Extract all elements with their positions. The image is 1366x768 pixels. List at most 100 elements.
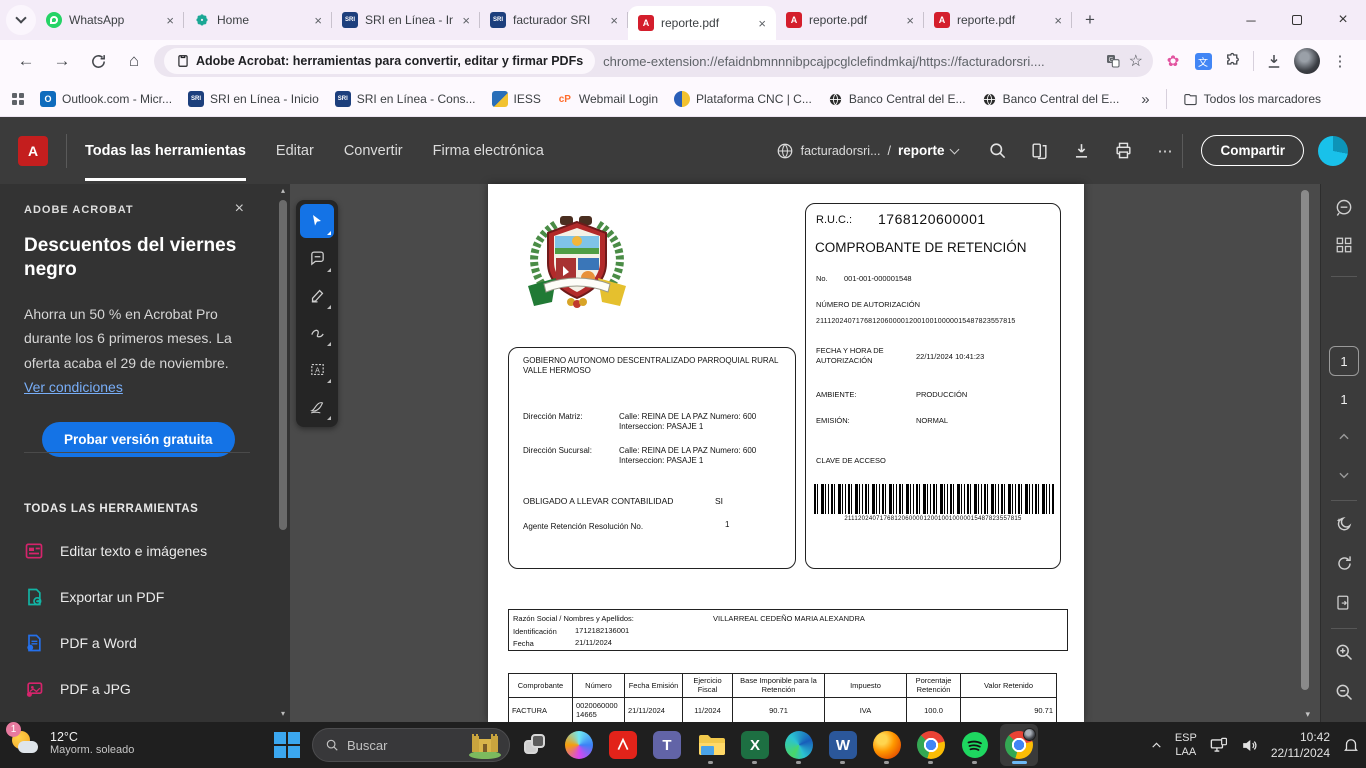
- taskbar-search-box[interactable]: Buscar: [312, 728, 510, 762]
- bookmark-iess[interactable]: IESS: [492, 91, 541, 107]
- promo-close-icon[interactable]: ×: [235, 200, 244, 218]
- zoom-out-icon[interactable]: [1321, 682, 1366, 702]
- tab-search-button[interactable]: [6, 5, 36, 35]
- clock[interactable]: 10:42 22/11/2024: [1271, 729, 1330, 761]
- forward-button[interactable]: →: [46, 45, 78, 77]
- teams-button[interactable]: T: [648, 724, 686, 766]
- start-button[interactable]: [268, 724, 306, 766]
- bookmarks-overflow-chevron[interactable]: »: [1141, 91, 1149, 108]
- chrome-active-button[interactable]: [1000, 724, 1038, 766]
- promo-link[interactable]: Ver condiciones: [24, 379, 123, 395]
- apps-grid-icon[interactable]: [12, 93, 24, 105]
- scroll-down-icon[interactable]: ▾: [278, 709, 288, 718]
- breadcrumb-doc[interactable]: reporte: [898, 143, 945, 158]
- tab-sri-en-linea[interactable]: SRI SRI en Línea - In ×: [332, 0, 480, 40]
- language-indicator[interactable]: ESP LAA: [1175, 731, 1197, 760]
- print-icon[interactable]: [1110, 138, 1136, 164]
- window-maximize-button[interactable]: [1274, 0, 1320, 40]
- tab-close-icon[interactable]: ×: [608, 13, 620, 28]
- scrollbar-thumb[interactable]: [279, 200, 287, 530]
- tool-editar-texto[interactable]: Editar texto e imágenes: [24, 541, 264, 561]
- all-bookmarks-button[interactable]: Todos los marcadores: [1183, 92, 1321, 107]
- draw-tool-button[interactable]: [300, 315, 334, 349]
- highlight-tool-button[interactable]: [300, 278, 334, 312]
- bookmark-star-icon[interactable]: ☆: [1129, 51, 1143, 71]
- bookmark-webmail[interactable]: cPWebmail Login: [557, 91, 658, 107]
- new-tab-button[interactable]: +: [1076, 6, 1104, 34]
- tab-reporte-pdf-2[interactable]: A reporte.pdf ×: [776, 0, 924, 40]
- site-info-chip[interactable]: Adobe Acrobat: herramientas para convert…: [164, 48, 595, 74]
- rotate-page-icon[interactable]: [1321, 554, 1366, 573]
- menu-todas-las-herramientas[interactable]: Todas las herramientas: [85, 121, 246, 181]
- spotify-button[interactable]: [956, 724, 994, 766]
- tool-pdf-a-jpg[interactable]: PDF a JPG: [24, 679, 264, 699]
- tab-close-icon[interactable]: ×: [460, 13, 472, 28]
- adobe-acrobat-logo[interactable]: A: [18, 136, 48, 166]
- window-close-button[interactable]: ×: [1320, 0, 1366, 40]
- tab-close-icon[interactable]: ×: [756, 16, 768, 31]
- download-icon[interactable]: [1068, 138, 1094, 164]
- tab-close-icon[interactable]: ×: [904, 13, 916, 28]
- window-minimize-button[interactable]: ─: [1228, 0, 1274, 40]
- extension-pink-icon[interactable]: ✿: [1163, 51, 1183, 71]
- home-button[interactable]: ⌂: [118, 45, 150, 77]
- file-explorer-button[interactable]: [692, 724, 730, 766]
- next-page-icon[interactable]: [1321, 468, 1366, 482]
- back-button[interactable]: ←: [10, 45, 42, 77]
- weather-widget[interactable]: 1 12°C Mayorm. soleado: [10, 727, 134, 759]
- bookmark-outlook[interactable]: OOutlook.com - Micr...: [40, 91, 172, 107]
- translate-page-icon[interactable]: G: [1105, 53, 1121, 69]
- volume-icon[interactable]: [1240, 736, 1259, 755]
- theme-moon-icon[interactable]: [1321, 514, 1366, 534]
- tab-facturador-sri[interactable]: SRI facturador SRI ×: [480, 0, 628, 40]
- text-select-tool-button[interactable]: A: [300, 352, 334, 386]
- tab-reporte-pdf-active[interactable]: A reporte.pdf ×: [628, 6, 776, 40]
- menu-editar[interactable]: Editar: [276, 121, 314, 181]
- menu-firma-electronica[interactable]: Firma electrónica: [433, 121, 544, 181]
- comments-panel-icon[interactable]: [1321, 198, 1366, 218]
- share-button[interactable]: Compartir: [1201, 135, 1304, 166]
- page-thumbnails-icon[interactable]: [1026, 138, 1052, 164]
- scroll-down-icon[interactable]: ▾: [1305, 709, 1310, 720]
- tab-close-icon[interactable]: ×: [312, 13, 324, 28]
- google-translate-extension-icon[interactable]: 文: [1193, 51, 1213, 71]
- chrome-button[interactable]: [912, 724, 950, 766]
- left-panel-scrollbar[interactable]: [278, 188, 288, 702]
- bookmark-banco-central-1[interactable]: Banco Central del E...: [828, 92, 966, 107]
- document-breadcrumb[interactable]: facturadorsri... / reporte: [776, 142, 959, 160]
- tool-pdf-a-word[interactable]: PDF a Word: [24, 633, 264, 653]
- fit-page-icon[interactable]: [1321, 594, 1366, 612]
- search-icon[interactable]: [984, 138, 1010, 164]
- sign-tool-button[interactable]: [300, 389, 334, 423]
- menu-convertir[interactable]: Convertir: [344, 121, 403, 181]
- zoom-in-icon[interactable]: [1321, 642, 1366, 662]
- firefox-button[interactable]: [868, 724, 906, 766]
- excel-button[interactable]: X: [736, 724, 774, 766]
- bookmark-sri-inicio[interactable]: SRISRI en Línea - Inicio: [188, 91, 319, 107]
- select-tool-button[interactable]: [300, 204, 334, 238]
- tab-reporte-pdf-3[interactable]: A reporte.pdf ×: [924, 0, 1072, 40]
- address-bar[interactable]: Adobe Acrobat: herramientas para convert…: [154, 45, 1153, 77]
- document-scrollbar[interactable]: [1300, 188, 1310, 704]
- tab-home[interactable]: ❁ Home ×: [184, 0, 332, 40]
- acrobat-taskbar-button[interactable]: [604, 724, 642, 766]
- browser-menu-kebab-icon[interactable]: ⋮: [1330, 51, 1350, 71]
- edge-button[interactable]: [780, 724, 818, 766]
- downloads-button[interactable]: [1264, 51, 1284, 71]
- scrollbar-thumb[interactable]: [1301, 190, 1309, 690]
- thumbnails-panel-icon[interactable]: [1321, 236, 1366, 254]
- breadcrumb-site[interactable]: facturadorsri...: [801, 144, 881, 158]
- network-display-icon[interactable]: [1209, 736, 1228, 755]
- extensions-puzzle-icon[interactable]: [1223, 51, 1243, 71]
- bookmark-cnc[interactable]: Plataforma CNC | C...: [674, 91, 812, 107]
- tab-close-icon[interactable]: ×: [1052, 13, 1064, 28]
- tray-overflow-chevron[interactable]: [1150, 739, 1163, 752]
- bookmark-sri-consultas[interactable]: SRISRI en Línea - Cons...: [335, 91, 476, 107]
- tab-close-icon[interactable]: ×: [164, 13, 176, 28]
- more-options-icon[interactable]: ⋯: [1152, 138, 1178, 164]
- word-button[interactable]: W: [824, 724, 862, 766]
- previous-page-icon[interactable]: [1321, 430, 1366, 444]
- profile-avatar[interactable]: [1294, 48, 1320, 74]
- scroll-up-icon[interactable]: ▴: [278, 186, 288, 195]
- reload-button[interactable]: [82, 45, 114, 77]
